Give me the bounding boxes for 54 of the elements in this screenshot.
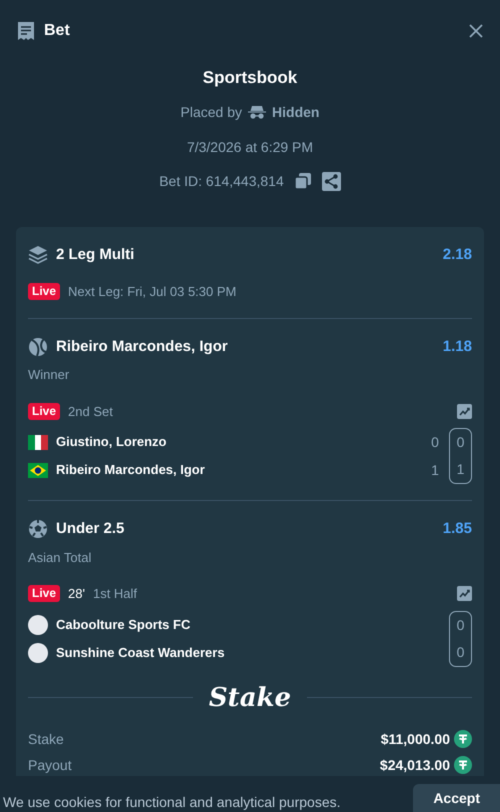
team-logo-placeholder-icon (28, 614, 48, 634)
participant-name: Sunshine Coast Wanderers (56, 644, 225, 662)
bet-date: 7/3/2026 at 6:29 PM (186, 138, 314, 156)
accept-button[interactable]: Accept (413, 784, 500, 812)
live-badge: Live (28, 402, 60, 420)
market-name: Winner (28, 366, 70, 384)
participant-name: Ribeiro Marcondes, Igor (56, 461, 205, 480)
score: 1 (430, 461, 440, 480)
share-icon[interactable] (322, 172, 341, 190)
match-clock: 28' (68, 585, 85, 603)
tennis-ball-icon (28, 336, 48, 357)
bet-id: Bet ID: 614,443,814 (159, 172, 284, 190)
market-name: Asian Total (28, 548, 92, 566)
header-title: Bet (44, 21, 70, 41)
stats-chart-icon[interactable] (457, 586, 472, 602)
user-name: Hidden (272, 102, 320, 122)
copy-icon[interactable] (294, 172, 312, 190)
total-label: Payout (28, 756, 72, 775)
total-amount: $24,013.00 (380, 756, 450, 774)
odds: 1.18 (442, 336, 472, 356)
receipt-icon (16, 21, 36, 41)
placed-by-label: Placed by (180, 102, 242, 122)
soccer-ball-icon (28, 519, 48, 540)
score: 1 (456, 460, 466, 479)
multi-title: 2 Leg Multi (56, 244, 134, 264)
stats-chart-icon[interactable] (457, 404, 472, 419)
cookie-message: We use cookies for functional and analytical purposes. (3, 793, 340, 811)
selection-title: Ribeiro Marcondes, Igor (56, 336, 228, 356)
close-icon[interactable] (468, 23, 484, 39)
total-label: Stake (28, 730, 64, 748)
live-badge: Live (28, 283, 60, 300)
tether-coin-icon (454, 756, 472, 774)
next-leg-time: Next Leg: Fri, Jul 03 5:30 PM (68, 283, 236, 301)
match-period: 2nd Set (68, 402, 113, 420)
participant-name: Caboolture Sports FC (56, 616, 190, 634)
italy-flag-icon (28, 434, 48, 450)
score: 0 (456, 616, 466, 634)
total-amount: $11,000.00 (380, 730, 450, 748)
layers-icon (28, 244, 48, 265)
brazil-flag-icon (28, 462, 48, 478)
score: 0 (430, 433, 440, 452)
total-odds: 2.18 (442, 244, 472, 264)
brand-logo: Stake (208, 682, 292, 714)
sportsbook-title: Sportsbook (202, 67, 298, 89)
live-badge: Live (28, 585, 60, 602)
team-logo-placeholder-icon (28, 642, 48, 662)
match-period: 1st Half (92, 585, 138, 603)
odds: 1.85 (442, 519, 472, 539)
incognito-icon (248, 105, 266, 119)
participant-name: Giustino, Lorenzo (56, 433, 166, 452)
selection-title: Under 2.5 (56, 519, 124, 539)
tether-coin-icon (454, 730, 472, 748)
score: 0 (456, 433, 466, 452)
score: 0 (456, 642, 466, 662)
